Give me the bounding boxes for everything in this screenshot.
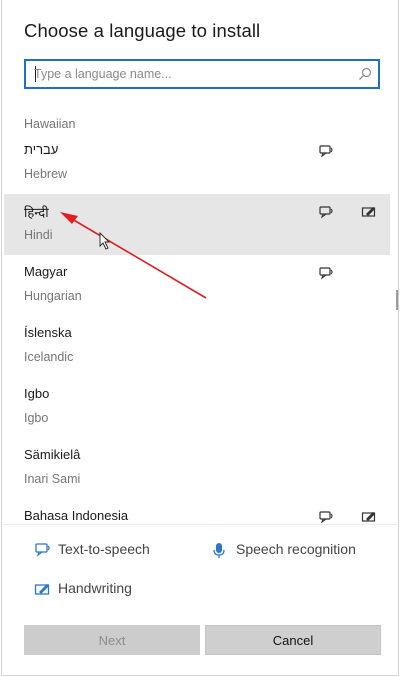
language-list[interactable]: Hawaiian עברית Hebrew हिन्दी Hindi Magyar Hung… — [4, 103, 390, 523]
text-to-speech-icon — [318, 143, 334, 159]
search-input[interactable] — [34, 65, 344, 83]
language-row[interactable]: עברית Hebrew — [4, 133, 390, 194]
text-to-speech-icon — [318, 204, 334, 220]
handwriting-icon — [361, 204, 377, 220]
list-divider — [3, 524, 399, 525]
language-dialog: Choose a language to install Hawaiian עבר… — [1, 0, 399, 676]
legend-handwriting-label: Handwriting — [58, 580, 132, 596]
text-to-speech-icon — [35, 543, 50, 557]
language-native-name: Igbo — [24, 386, 50, 401]
language-english-name: Igbo — [24, 411, 49, 425]
next-button[interactable]: Next — [24, 625, 200, 655]
search-icon[interactable] — [358, 67, 372, 81]
language-english-name: Hindi — [24, 228, 53, 242]
language-native-name: Magyar — [24, 264, 68, 279]
handwriting-icon — [34, 584, 50, 595]
language-english-name: Icelandic — [24, 350, 74, 364]
language-row[interactable]: Bahasa Indonesia — [4, 499, 390, 523]
language-english-name: Hebrew — [24, 167, 68, 181]
language-native-name: Bahasa Indonesia — [24, 508, 129, 523]
legend-speech-label: Speech recognition — [236, 541, 356, 557]
dialog-title: Choose a language to install — [24, 20, 261, 41]
language-row[interactable]: Sämikielâ Inari Sami — [4, 438, 390, 499]
text-to-speech-icon — [318, 265, 334, 281]
text-to-speech-icon — [318, 509, 334, 523]
scrollbar-thumb[interactable] — [396, 290, 398, 310]
language-row[interactable]: Magyar Hungarian — [4, 255, 390, 316]
cancel-button[interactable]: Cancel — [205, 625, 381, 655]
language-english-name: Hungarian — [24, 289, 82, 303]
language-native-name: Íslenska — [24, 325, 72, 340]
handwriting-icon — [361, 509, 377, 523]
language-native-name: हिन्दी — [24, 205, 49, 220]
legend-tts-label: Text-to-speech — [58, 541, 150, 557]
language-native-name: Sämikielâ — [24, 447, 81, 462]
language-english-name: Hawaiian — [24, 117, 76, 131]
search-box[interactable] — [24, 59, 380, 89]
language-native-name: עברית — [24, 142, 59, 157]
language-row[interactable]: Íslenska Icelandic — [4, 316, 390, 377]
language-row[interactable]: Igbo Igbo — [4, 377, 390, 438]
language-english-name: Inari Sami — [24, 472, 81, 486]
language-row[interactable]: हिन्दी Hindi — [4, 194, 390, 255]
microphone-icon — [213, 543, 225, 558]
